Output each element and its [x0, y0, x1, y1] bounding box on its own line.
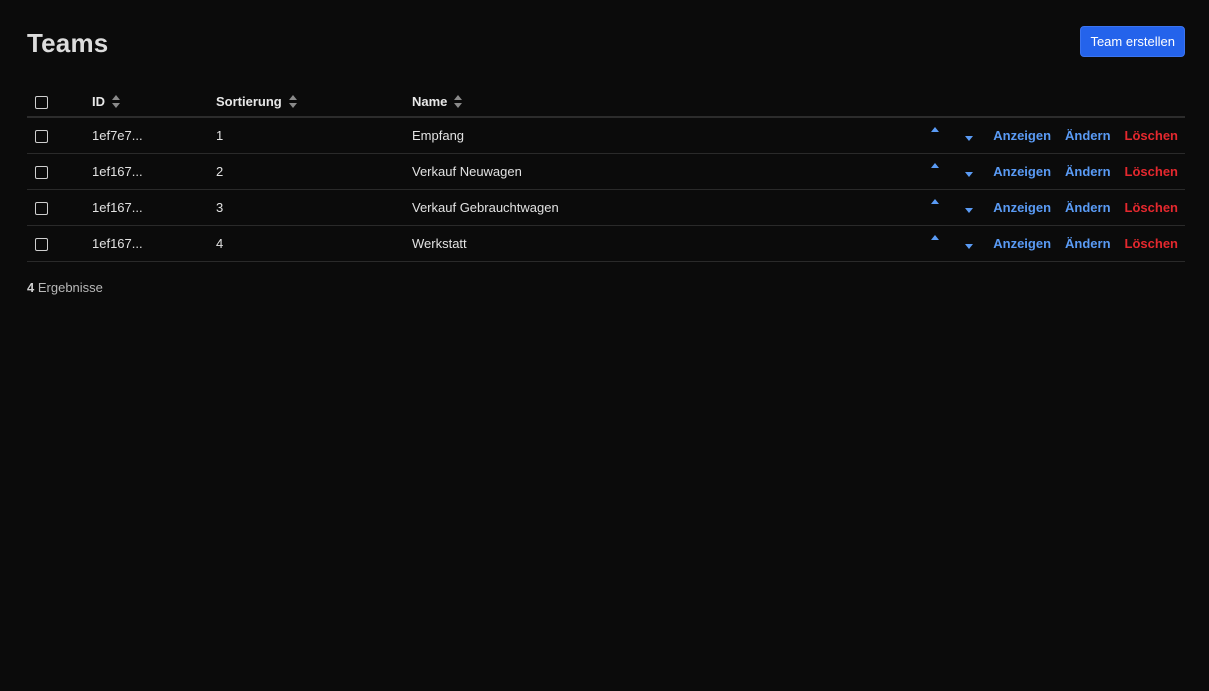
teams-table: ID Sortierung Name 1ef7e7... 1 Empfang A…: [27, 86, 1185, 262]
sort-icon[interactable]: [112, 95, 121, 109]
column-header-label: Sortierung: [216, 94, 282, 110]
row-checkbox[interactable]: [35, 238, 48, 252]
create-team-button[interactable]: Team erstellen: [1080, 26, 1185, 57]
caret-down-icon[interactable]: [965, 136, 974, 141]
row-checkbox[interactable]: [35, 166, 48, 180]
result-count-label: Ergebnisse: [37, 280, 103, 295]
show-link[interactable]: Anzeigen: [993, 128, 1051, 143]
cell-id: 1ef167...: [92, 153, 216, 190]
table-row: 1ef167... 3 Verkauf Gebrauchtwagen Anzei…: [27, 189, 1185, 226]
table-row: 1ef7e7... 1 Empfang Anzeigen Ändern Lösc…: [27, 117, 1185, 154]
show-link[interactable]: Anzeigen: [993, 164, 1051, 179]
column-header-name[interactable]: Name: [412, 86, 732, 118]
table-row: 1ef167... 4 Werkstatt Anzeigen Ändern Lö…: [27, 225, 1185, 262]
row-checkbox[interactable]: [35, 130, 48, 144]
cell-name: Verkauf Neuwagen: [412, 153, 732, 190]
cell-sort: 4: [216, 225, 412, 262]
caret-down-icon[interactable]: [965, 244, 974, 249]
caret-up-icon[interactable]: [931, 235, 940, 240]
cell-sort: 1: [216, 117, 412, 154]
cell-sort: 3: [216, 189, 412, 226]
edit-link[interactable]: Ändern: [1065, 164, 1111, 179]
edit-link[interactable]: Ändern: [1065, 236, 1111, 251]
column-header-label: Name: [412, 94, 448, 110]
page-header: Teams Team erstellen: [27, 0, 1185, 86]
select-all-cell: [27, 86, 92, 118]
show-link[interactable]: Anzeigen: [993, 236, 1051, 251]
row-checkbox[interactable]: [35, 202, 48, 216]
column-header-id[interactable]: ID: [92, 86, 216, 118]
caret-up-icon[interactable]: [931, 163, 940, 168]
delete-link[interactable]: Löschen: [1125, 236, 1178, 251]
column-header-sort[interactable]: Sortierung: [216, 86, 412, 118]
caret-up-icon[interactable]: [931, 199, 940, 204]
select-all-checkbox[interactable]: [35, 95, 48, 109]
table-row: 1ef167... 2 Verkauf Neuwagen Anzeigen Än…: [27, 153, 1185, 190]
teams-page: Teams Team erstellen ID Sortierung Name …: [0, 0, 1209, 691]
show-link[interactable]: Anzeigen: [993, 200, 1051, 215]
delete-link[interactable]: Löschen: [1125, 128, 1178, 143]
caret-down-icon[interactable]: [965, 172, 974, 177]
sort-icon[interactable]: [288, 95, 298, 109]
edit-link[interactable]: Ändern: [1065, 200, 1111, 215]
caret-up-icon[interactable]: [931, 127, 940, 132]
page-title: Teams: [27, 28, 109, 58]
cell-name: Verkauf Gebrauchtwagen: [412, 189, 732, 226]
column-header-actions: [732, 86, 1185, 118]
edit-link[interactable]: Ändern: [1065, 128, 1111, 143]
cell-id: 1ef167...: [92, 225, 216, 262]
delete-link[interactable]: Löschen: [1125, 164, 1178, 179]
sort-icon[interactable]: [454, 95, 463, 109]
cell-name: Empfang: [412, 117, 732, 154]
caret-down-icon[interactable]: [965, 208, 974, 213]
cell-id: 1ef7e7...: [92, 117, 216, 154]
result-count: 4 Ergebnisse: [27, 280, 1185, 295]
row-actions: Anzeigen Ändern Löschen: [732, 163, 1185, 179]
delete-link[interactable]: Löschen: [1125, 200, 1178, 215]
row-actions: Anzeigen Ändern Löschen: [732, 127, 1185, 143]
column-header-label: ID: [92, 94, 105, 110]
result-count-number: 4: [27, 280, 35, 295]
row-actions: Anzeigen Ändern Löschen: [732, 199, 1185, 215]
cell-sort: 2: [216, 153, 412, 190]
cell-id: 1ef167...: [92, 189, 216, 226]
row-actions: Anzeigen Ändern Löschen: [732, 235, 1185, 251]
table-header-row: ID Sortierung Name: [27, 86, 1185, 118]
cell-name: Werkstatt: [412, 225, 732, 262]
